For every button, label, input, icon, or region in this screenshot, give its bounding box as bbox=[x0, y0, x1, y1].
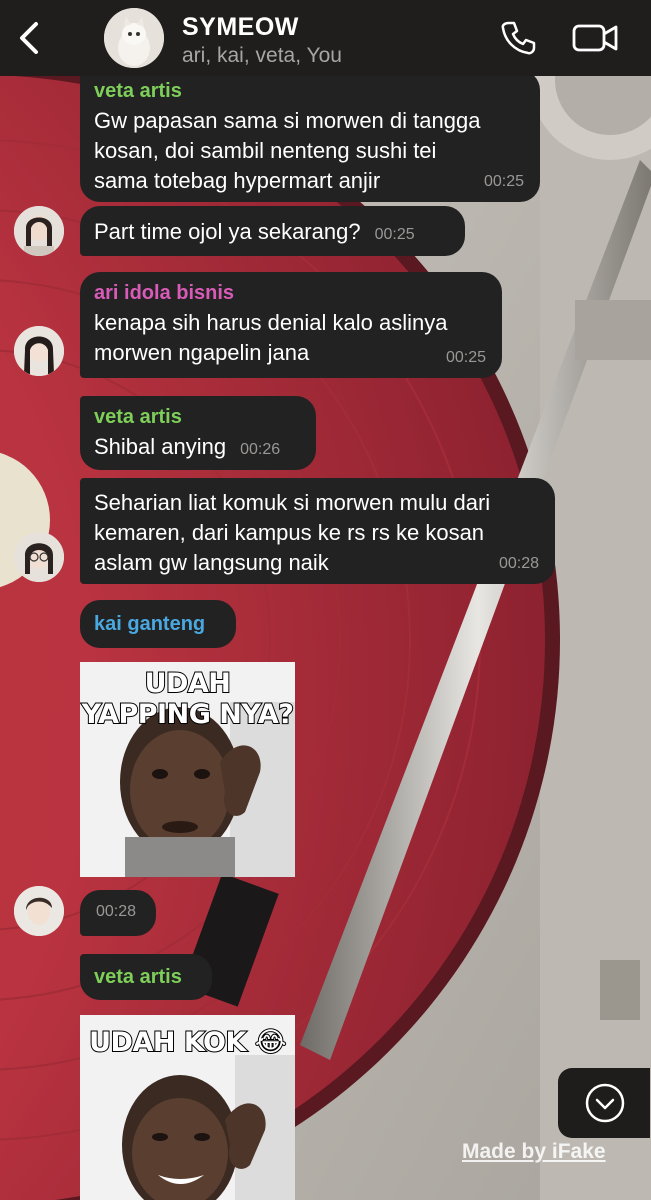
message-time: 00:28 bbox=[498, 555, 539, 572]
message-text-line: aslam gw langsung naik bbox=[94, 550, 329, 575]
sender-avatar[interactable] bbox=[14, 206, 64, 256]
group-avatar[interactable] bbox=[104, 8, 164, 68]
message-time: 00:26 bbox=[240, 441, 281, 458]
message-text-line: Shibal anying 00:26 bbox=[94, 432, 300, 465]
person-avatar-icon bbox=[14, 326, 64, 376]
sticker-caption: UDAH KOK 😂 bbox=[88, 1026, 287, 1059]
chevron-left-icon bbox=[20, 22, 38, 54]
sender-avatar[interactable] bbox=[14, 326, 64, 376]
message-text-line: Part time ojol ya sekarang? bbox=[94, 219, 361, 244]
sticker-caption: UDAH YAPPING NYA? bbox=[81, 667, 295, 731]
message-bubble[interactable]: veta artis bbox=[80, 954, 212, 1000]
chevron-down-circle-icon bbox=[585, 1083, 625, 1123]
sender-name: ari idola bisnis bbox=[94, 282, 235, 304]
message-time: 00:25 bbox=[374, 226, 415, 243]
message-bubble[interactable]: 00:28 bbox=[80, 890, 156, 936]
message-bubble[interactable]: veta artis Gw papasan sama si morwen di … bbox=[80, 70, 540, 202]
person-avatar-icon bbox=[14, 532, 64, 582]
person-avatar-icon bbox=[14, 206, 64, 256]
group-title[interactable]: SYMEOW bbox=[182, 13, 299, 42]
message-text: Shibal anying bbox=[94, 434, 227, 459]
message-text-line: kenapa sih harus denial kalo aslinya bbox=[94, 310, 448, 335]
sender-name: veta artis bbox=[94, 80, 182, 102]
back-button[interactable] bbox=[14, 20, 44, 56]
sender-avatar[interactable] bbox=[14, 532, 64, 582]
message-time: 00:25 bbox=[445, 349, 486, 366]
message-bubble[interactable]: veta artis Shibal anying 00:26 bbox=[80, 396, 316, 470]
voice-call-button[interactable] bbox=[500, 20, 536, 56]
chat-header: SYMEOW ari, kai, veta, You bbox=[0, 0, 651, 76]
sender-avatar[interactable] bbox=[14, 886, 64, 936]
message-text-line: kosan, doi sambil nenteng sushi tei bbox=[94, 138, 437, 163]
video-camera-icon bbox=[572, 24, 618, 52]
message-bubble[interactable]: Part time ojol ya sekarang? 00:25 bbox=[80, 206, 465, 256]
sender-name: veta artis bbox=[94, 966, 182, 988]
message-text-line: morwen ngapelin jana bbox=[94, 340, 310, 365]
message-bubble[interactable]: Seharian liat komuk si morwen mulu dari … bbox=[80, 478, 555, 584]
message-time: 00:28 bbox=[96, 903, 137, 920]
video-call-button[interactable] bbox=[572, 22, 618, 54]
sticker-image[interactable]: UDAH YAPPING NYA? bbox=[80, 662, 295, 877]
person-avatar-icon bbox=[14, 886, 64, 936]
message-text-line: Gw papasan sama si morwen di tangga bbox=[94, 108, 481, 133]
message-text-line: kemaren, dari kampus ke rs rs ke kosan bbox=[94, 520, 485, 545]
message-bubble[interactable]: ari idola bisnis kenapa sih harus denial… bbox=[80, 272, 502, 378]
message-text-line: sama totebag hypermart anjir bbox=[94, 168, 381, 193]
sticker-image[interactable]: UDAH KOK 😂 bbox=[80, 1015, 295, 1200]
message-time: 00:25 bbox=[483, 173, 524, 190]
message-text-line: Seharian liat komuk si morwen mulu dari bbox=[94, 490, 491, 515]
scroll-to-bottom-button[interactable] bbox=[558, 1068, 650, 1138]
cat-group-avatar-icon bbox=[104, 8, 164, 68]
phone-icon bbox=[501, 21, 536, 55]
watermark: Made by iFake bbox=[462, 1140, 606, 1163]
message-bubble[interactable]: kai ganteng bbox=[80, 600, 236, 648]
group-members[interactable]: ari, kai, veta, You bbox=[182, 44, 342, 68]
sender-name: veta artis bbox=[94, 406, 182, 428]
sender-name: kai ganteng bbox=[94, 613, 206, 635]
